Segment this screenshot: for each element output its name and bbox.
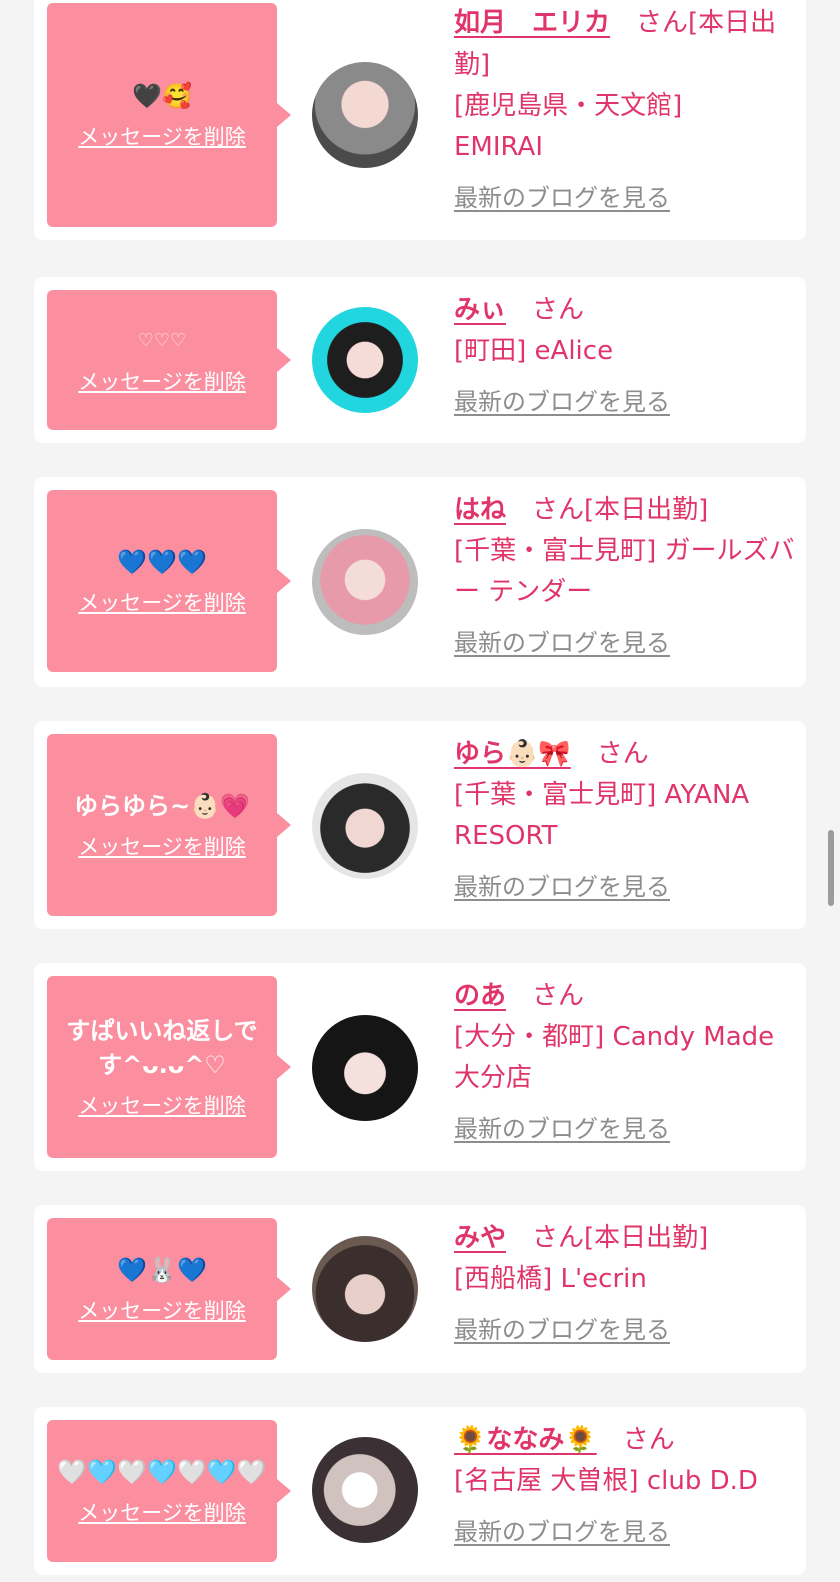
attendance-status: [本日出勤] <box>584 495 709 525</box>
latest-blog-link[interactable]: 最新のブログを見る <box>454 1109 670 1144</box>
profile-name-link[interactable]: 如月 エリカ <box>454 8 610 38</box>
honorific: さん <box>622 1425 675 1455</box>
message-bubble: ♡♡♡ メッセージを削除 <box>47 290 291 430</box>
favorite-card: ♡♡♡ メッセージを削除 みぃ さん [町田] eAlice 最新のブログを見る <box>34 277 806 443</box>
profile-info: みや さん[本日出勤] [西船橋] L'ecrin 最新のブログを見る <box>454 1217 799 1345</box>
favorite-card: 🖤🥰 メッセージを削除 如月 エリカ さん[本日出勤] [鹿児島県・天文館] EM… <box>34 0 806 240</box>
avatar[interactable] <box>312 773 418 879</box>
message-text: 🖤🥰 <box>132 82 192 110</box>
avatar[interactable] <box>312 1437 418 1543</box>
profile-name-link[interactable]: のあ <box>454 981 506 1011</box>
honorific: さん <box>532 1223 585 1253</box>
message-bubble: 🖤🥰 メッセージを削除 <box>47 3 291 227</box>
delete-message-link[interactable]: メッセージを削除 <box>78 366 246 396</box>
shop-info: [西船橋] L'ecrin <box>454 1264 647 1294</box>
delete-message-link[interactable]: メッセージを削除 <box>78 1295 246 1325</box>
avatar[interactable] <box>312 1236 418 1342</box>
message-bubble: 🤍🩵🤍🩵🤍🩵🤍 メッセージを削除 <box>47 1420 291 1562</box>
latest-blog-link[interactable]: 最新のブログを見る <box>454 178 670 213</box>
shop-info: [町田] eAlice <box>454 336 614 366</box>
name-line: みぃ さん <box>454 289 799 331</box>
profile-name-link[interactable]: 🌻ななみ🌻 <box>454 1425 597 1455</box>
latest-blog-link[interactable]: 最新のブログを見る <box>454 623 670 658</box>
message-text: ゆらゆら~👶🏻💗 <box>74 792 250 820</box>
favorite-card: 💙💙💙 メッセージを削除 はね さん[本日出勤] [千葉・富士見町] ガールズバー… <box>34 477 806 687</box>
profile-info: 如月 エリカ さん[本日出勤] [鹿児島県・天文館] EMIRAI 最新のブログを… <box>454 2 799 213</box>
message-bubble: 💙💙💙 メッセージを削除 <box>47 490 291 672</box>
message-bubble: すぱいいね返しです^ᴗ.ᴗ^♡ メッセージを削除 <box>47 976 291 1158</box>
avatar[interactable] <box>312 307 418 413</box>
honorific: さん <box>532 295 585 325</box>
honorific: さん <box>596 739 649 769</box>
latest-blog-link[interactable]: 最新のブログを見る <box>454 1512 670 1547</box>
message-text: 💙🐰💙 <box>117 1256 207 1284</box>
name-line: 如月 エリカ さん[本日出勤] <box>454 2 799 86</box>
favorite-card: すぱいいね返しです^ᴗ.ᴗ^♡ メッセージを削除 のあ さん [大分・都町] Ca… <box>34 963 806 1171</box>
attendance-status: [本日出勤] <box>584 1223 709 1253</box>
profile-name-link[interactable]: はね <box>454 495 506 525</box>
shop-info: [鹿児島県・天文館] EMIRAI <box>454 91 683 162</box>
favorite-card: ゆらゆら~👶🏻💗 メッセージを削除 ゆら👶🏻🎀 さん [千葉・富士見町] AYAN… <box>34 721 806 929</box>
honorific: さん <box>636 8 689 38</box>
name-line: ゆら👶🏻🎀 さん <box>454 733 799 775</box>
shop-info: [名古屋 大曽根] club D.D <box>454 1466 758 1496</box>
shop-info: [大分・都町] Candy Made 大分店 <box>454 1022 775 1093</box>
delete-message-link[interactable]: メッセージを削除 <box>78 587 246 617</box>
message-text: 💙💙💙 <box>117 548 207 576</box>
latest-blog-link[interactable]: 最新のブログを見る <box>454 382 670 417</box>
message-text: 🤍🩵🤍🩵🤍🩵🤍 <box>57 1458 267 1486</box>
profile-info: のあ さん [大分・都町] Candy Made 大分店 最新のブログを見る <box>454 975 799 1144</box>
favorite-card: 🤍🩵🤍🩵🤍🩵🤍 メッセージを削除 🌻ななみ🌻 さん [名古屋 大曽根] club … <box>34 1407 806 1575</box>
profile-name-link[interactable]: みぃ <box>454 295 506 325</box>
scrollbar[interactable] <box>828 830 834 906</box>
profile-info: ゆら👶🏻🎀 さん [千葉・富士見町] AYANA RESORT 最新のブログを見る <box>454 733 799 902</box>
honorific: さん <box>532 495 585 525</box>
name-line: のあ さん <box>454 975 799 1017</box>
honorific: さん <box>532 981 585 1011</box>
latest-blog-link[interactable]: 最新のブログを見る <box>454 1310 670 1345</box>
name-line: はね さん[本日出勤] <box>454 489 799 531</box>
message-bubble: ゆらゆら~👶🏻💗 メッセージを削除 <box>47 734 291 916</box>
avatar[interactable] <box>312 529 418 635</box>
profile-info: みぃ さん [町田] eAlice 最新のブログを見る <box>454 289 799 417</box>
delete-message-link[interactable]: メッセージを削除 <box>78 1497 246 1527</box>
shop-info: [千葉・富士見町] AYANA RESORT <box>454 780 750 851</box>
profile-info: 🌻ななみ🌻 さん [名古屋 大曽根] club D.D 最新のブログを見る <box>454 1419 799 1547</box>
avatar[interactable] <box>312 1015 418 1121</box>
name-line: 🌻ななみ🌻 さん <box>454 1419 799 1461</box>
shop-info: [千葉・富士見町] ガールズバー テンダー <box>454 536 795 607</box>
favorite-card: 💙🐰💙 メッセージを削除 みや さん[本日出勤] [西船橋] L'ecrin 最新… <box>34 1205 806 1373</box>
message-text: ♡♡♡ <box>137 330 187 351</box>
profile-info: はね さん[本日出勤] [千葉・富士見町] ガールズバー テンダー 最新のブログを… <box>454 489 799 658</box>
profile-name-link[interactable]: みや <box>454 1223 506 1253</box>
avatar[interactable] <box>312 62 418 168</box>
profile-name-link[interactable]: ゆら👶🏻🎀 <box>454 739 571 769</box>
message-text: すぱいいね返しです^ᴗ.ᴗ^♡ <box>66 1017 258 1079</box>
delete-message-link[interactable]: メッセージを削除 <box>78 1090 246 1120</box>
delete-message-link[interactable]: メッセージを削除 <box>78 831 246 861</box>
message-bubble: 💙🐰💙 メッセージを削除 <box>47 1218 291 1360</box>
name-line: みや さん[本日出勤] <box>454 1217 799 1259</box>
delete-message-link[interactable]: メッセージを削除 <box>78 121 246 151</box>
latest-blog-link[interactable]: 最新のブログを見る <box>454 867 670 902</box>
